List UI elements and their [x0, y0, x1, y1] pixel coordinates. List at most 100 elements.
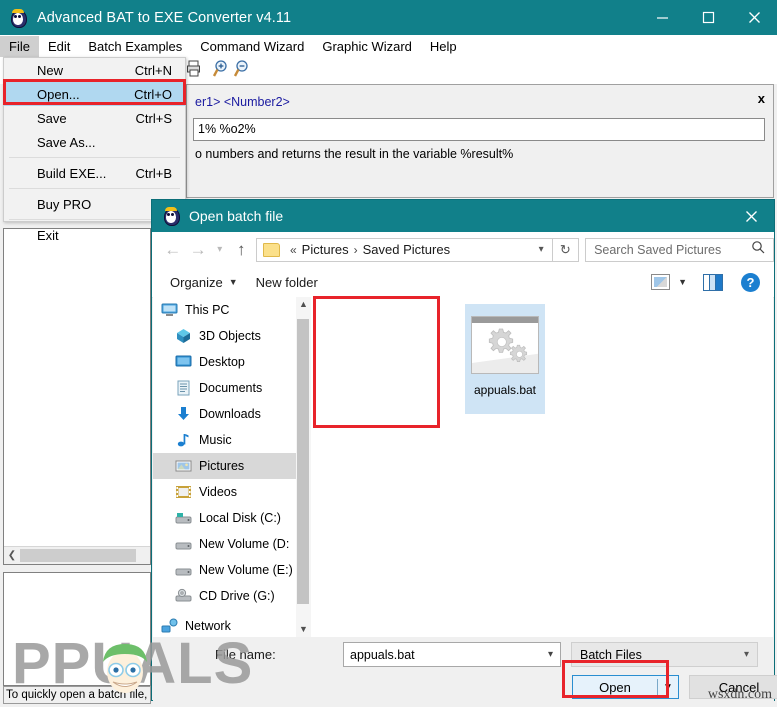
- file-item-appuals-bat[interactable]: appuals.bat: [465, 304, 545, 414]
- dialog-title: Open batch file: [189, 208, 284, 224]
- close-icon[interactable]: [728, 200, 774, 232]
- editor-horizontal-scrollbar[interactable]: ❮: [4, 546, 150, 564]
- gears-thumbnail-icon: [471, 316, 539, 374]
- menu-item-save[interactable]: Save Ctrl+S: [4, 106, 185, 130]
- menu-command-wizard[interactable]: Command Wizard: [191, 36, 313, 57]
- close-icon[interactable]: [731, 0, 777, 35]
- nav-item-label: Music: [199, 433, 232, 447]
- chevron-down-icon[interactable]: ▾: [744, 649, 749, 660]
- output-pane[interactable]: [3, 572, 151, 686]
- breadcrumb-overflow[interactable]: «: [290, 243, 297, 257]
- back-arrow-icon[interactable]: ←: [160, 241, 185, 258]
- breadcrumb-pictures[interactable]: Pictures: [302, 242, 349, 257]
- chevron-down-icon[interactable]: ▾: [548, 649, 553, 660]
- nav-item-downloads[interactable]: Downloads: [153, 401, 296, 427]
- menu-item-save-as[interactable]: Save As...: [4, 130, 185, 154]
- maximize-icon[interactable]: [685, 0, 731, 35]
- command-input-field[interactable]: 1% %o2%: [193, 118, 765, 141]
- menu-item-label: Build EXE...: [37, 165, 107, 181]
- preview-pane-icon[interactable]: [703, 273, 723, 291]
- menu-batch-examples[interactable]: Batch Examples: [79, 36, 191, 57]
- scroll-left-icon[interactable]: ❮: [4, 550, 20, 561]
- menu-graphic-wizard[interactable]: Graphic Wizard: [313, 36, 421, 57]
- breadcrumb-separator: ›: [353, 242, 358, 257]
- command-description: o numbers and returns the result in the …: [195, 147, 514, 161]
- new-folder-label: New folder: [255, 274, 318, 290]
- nav-item-label: CD Drive (G:): [199, 589, 275, 603]
- caret-down-icon: ▼: [228, 277, 238, 287]
- nav-item-music[interactable]: Music: [153, 427, 296, 453]
- nav-item-this-pc[interactable]: This PC: [153, 297, 296, 323]
- scrollbar-thumb[interactable]: [20, 549, 136, 562]
- nav-item-pictures[interactable]: Pictures: [153, 453, 296, 479]
- breadcrumb-saved-pictures[interactable]: Saved Pictures: [363, 242, 450, 257]
- navigation-pane[interactable]: This PC 3D Objects Desktop Documents Dow…: [153, 297, 296, 637]
- menu-item-new[interactable]: New Ctrl+N: [4, 58, 185, 82]
- nav-item-label: 3D Objects: [199, 329, 261, 343]
- nav-item-desktop[interactable]: Desktop: [153, 349, 296, 375]
- menu-item-shortcut: Ctrl+N: [134, 62, 172, 78]
- nav-item-label: Local Disk (C:): [199, 511, 281, 525]
- file-list-area[interactable]: appuals.bat: [311, 297, 773, 637]
- nav-item-label: Desktop: [199, 355, 245, 369]
- nav-item-cd-drive-g[interactable]: CD Drive (G:): [153, 583, 296, 609]
- nav-item-3d-objects[interactable]: 3D Objects: [153, 323, 296, 349]
- print-icon[interactable]: [186, 60, 202, 82]
- search-placeholder: Search Saved Pictures: [594, 242, 722, 257]
- new-folder-button[interactable]: New folder: [256, 275, 318, 290]
- chevron-up-icon[interactable]: ▲: [296, 297, 311, 312]
- file-name-value: appuals.bat: [350, 647, 415, 662]
- organize-button[interactable]: Organize ▼: [170, 275, 238, 290]
- file-type-filter-value: Batch Files: [580, 647, 642, 662]
- address-bar[interactable]: « Pictures › Saved Pictures ▾: [255, 237, 553, 262]
- recent-locations-chevron-down-icon[interactable]: ▾: [211, 244, 229, 255]
- menu-item-shortcut: Ctrl+O: [134, 86, 172, 102]
- search-input[interactable]: Search Saved Pictures: [585, 237, 775, 262]
- nav-item-new-volume-d[interactable]: New Volume (D:: [153, 531, 296, 557]
- zoom-in-icon[interactable]: [212, 60, 230, 83]
- chevron-down-icon[interactable]: ▾: [539, 244, 544, 255]
- desktop-icon: [175, 354, 192, 370]
- menu-item-open[interactable]: Open... Ctrl+O: [4, 82, 185, 106]
- caret-down-icon[interactable]: ▼: [678, 277, 687, 287]
- nav-item-documents[interactable]: Documents: [153, 375, 296, 401]
- open-button[interactable]: Open ▼: [572, 675, 679, 699]
- folder-icon: [262, 242, 280, 257]
- search-icon[interactable]: [751, 240, 765, 259]
- organize-label: Organize: [170, 274, 223, 290]
- refresh-icon[interactable]: ↻: [552, 237, 580, 262]
- help-icon[interactable]: ?: [741, 272, 760, 292]
- nav-item-videos[interactable]: Videos: [153, 479, 296, 505]
- menu-file[interactable]: File: [0, 35, 39, 57]
- nav-item-local-disk-c[interactable]: Local Disk (C:): [153, 505, 296, 531]
- pictures-icon: [175, 458, 192, 474]
- dialog-title-bar: Open batch file: [152, 200, 774, 232]
- nav-item-label: This PC: [185, 303, 230, 317]
- up-arrow-icon[interactable]: ↑: [229, 241, 254, 258]
- caret-down-icon[interactable]: ▼: [658, 682, 678, 693]
- menu-help[interactable]: Help: [421, 36, 466, 57]
- menu-item-label: Save: [37, 110, 67, 126]
- file-name-input[interactable]: appuals.bat ▾: [343, 642, 561, 667]
- file-menu-dropdown[interactable]: New Ctrl+N Open... Ctrl+O Save Ctrl+S Sa…: [3, 57, 186, 243]
- nav-item-network[interactable]: Network: [153, 613, 296, 637]
- minimize-icon[interactable]: [639, 0, 685, 35]
- menu-edit[interactable]: Edit: [39, 36, 79, 57]
- script-editor-pane[interactable]: ❮: [3, 228, 151, 565]
- forward-arrow-icon[interactable]: →: [185, 241, 210, 258]
- scrollbar-thumb[interactable]: [297, 319, 309, 604]
- downloads-icon: [175, 406, 192, 422]
- nav-item-label: Network: [185, 619, 231, 633]
- drive-icon: [175, 536, 192, 552]
- open-button-label: Open: [599, 679, 631, 695]
- videos-icon: [175, 484, 192, 500]
- nav-item-new-volume-e[interactable]: New Volume (E:): [153, 557, 296, 583]
- dialog-footer: File name: appuals.bat ▾ Batch Files ▾ O…: [153, 637, 777, 701]
- file-type-filter-select[interactable]: Batch Files ▾: [571, 642, 758, 667]
- chevron-down-icon[interactable]: ▼: [296, 622, 311, 637]
- panel-close-icon[interactable]: x: [758, 91, 765, 106]
- view-layout-icon[interactable]: [651, 274, 671, 290]
- menu-item-build-exe[interactable]: Build EXE... Ctrl+B: [4, 161, 185, 185]
- zoom-out-icon[interactable]: [233, 60, 251, 83]
- navigation-pane-scrollbar[interactable]: ▲ ▼: [296, 297, 311, 637]
